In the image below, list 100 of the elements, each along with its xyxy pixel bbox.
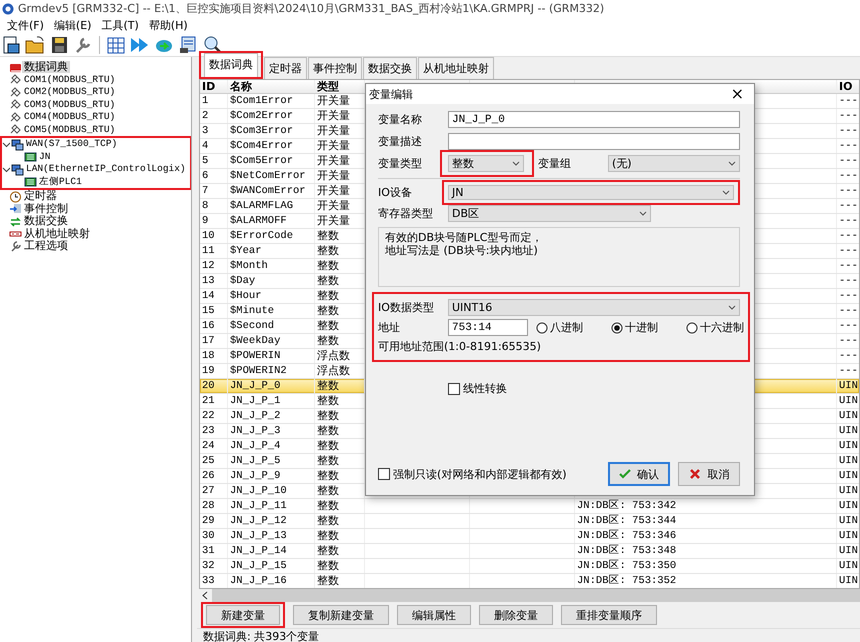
table-row[interactable]: 29 JN_J_P_12 整数 JN:DB区: 753:344 UIN: [200, 514, 859, 529]
table-cell: JN_J_P_10: [228, 484, 315, 498]
tree-item[interactable]: COM3(MODBUS_RTU): [22, 98, 118, 111]
dialog-title: 变量编辑: [369, 86, 413, 102]
table-cell: $Year: [228, 244, 315, 258]
open-folder-icon[interactable]: [25, 34, 45, 54]
tree-item[interactable]: 左侧PLC1: [37, 176, 84, 188]
table-cell: JN_J_P_0: [228, 379, 315, 393]
action-button[interactable]: 新建变量: [206, 605, 280, 625]
column-header[interactable]: ID: [200, 80, 228, 93]
device-dropdown[interactable]: JN: [448, 185, 734, 200]
input-field[interactable]: [448, 133, 740, 150]
field-label: 变量组: [537, 156, 572, 171]
tree-item[interactable]: 从机地址映射: [22, 228, 92, 240]
column-header[interactable]: IO: [837, 80, 859, 93]
menu-item[interactable]: 工具(T): [96, 18, 144, 32]
table-cell: 23: [200, 424, 228, 438]
table-cell: ---: [837, 139, 859, 153]
menu-item[interactable]: 文件(F): [2, 18, 49, 32]
hint-text: 有效的DB块号随PLC型号而定，: [385, 231, 542, 244]
hint-text: 地址写法是 (DB块号:块内地址): [385, 244, 538, 257]
tab[interactable]: 数据词典: [204, 53, 258, 77]
menu-item[interactable]: 编辑(E): [48, 18, 96, 32]
tree-item[interactable]: COM2(MODBUS_RTU): [22, 86, 118, 98]
port-icon: [9, 86, 22, 99]
checkbox[interactable]: 强制只读(对网络和内部逻辑都有效): [378, 466, 567, 482]
radio-button[interactable]: 十六进制: [686, 320, 744, 335]
field-label: IO数据类型: [378, 300, 435, 315]
tree-item[interactable]: COM4(MODBUS_RTU): [22, 111, 118, 124]
tree-item[interactable]: 工程选项: [22, 240, 70, 252]
scroll-left-icon[interactable]: [199, 589, 212, 602]
action-button[interactable]: 编辑属性: [397, 605, 471, 625]
radio-button[interactable]: 八进制: [536, 320, 583, 335]
table-row[interactable]: 28 JN_J_P_11 整数 JN:DB区: 753:342 UIN: [200, 499, 859, 514]
action-button[interactable]: 重排变量顺序: [561, 605, 657, 625]
table-cell: $Com3Error: [228, 124, 315, 138]
document-icon[interactable]: [178, 34, 198, 54]
tree-item[interactable]: COM5(MODBUS_RTU): [22, 124, 118, 136]
table-cell: 11: [200, 244, 228, 258]
table-row[interactable]: 32 JN_J_P_15 整数 JN:DB区: 753:350 UIN: [200, 559, 859, 574]
table-cell: 整数: [315, 499, 365, 513]
type-dropdown[interactable]: 整数: [448, 155, 524, 172]
tree-item[interactable]: LAN(EthernetIP_ControlLogix): [24, 163, 188, 176]
radio-button[interactable]: 十进制: [611, 320, 658, 335]
group-dropdown[interactable]: (无): [608, 155, 740, 172]
checkbox[interactable]: 线性转换: [448, 381, 507, 396]
options-icon: [9, 240, 22, 253]
grid-icon[interactable]: [106, 34, 126, 54]
table-cell: $Com1Error: [228, 94, 315, 108]
table-cell: JN_J_P_13: [228, 529, 315, 543]
table-cell: $Second: [228, 319, 315, 333]
tab[interactable]: 从机地址映射: [418, 57, 494, 79]
address-field[interactable]: 753:14: [448, 319, 528, 336]
table-cell: 30: [200, 529, 228, 543]
table-row[interactable]: 30 JN_J_P_13 整数 JN:DB区: 753:346 UIN: [200, 529, 859, 544]
table-cell: UIN: [837, 514, 859, 528]
new-file-icon[interactable]: [1, 34, 21, 54]
input-field[interactable]: JN_J_P_0: [448, 111, 740, 128]
radio-icon: [686, 322, 698, 334]
action-button[interactable]: 删除变量: [479, 605, 553, 625]
table-cell: ---: [837, 184, 859, 198]
table-cell: $Hour: [228, 289, 315, 303]
table-cell: ---: [837, 364, 859, 378]
table-cell: 1: [200, 94, 228, 108]
close-button[interactable]: ×: [720, 84, 754, 104]
tab[interactable]: 事件控制: [308, 57, 362, 79]
menu-item[interactable]: 帮助(H): [144, 18, 193, 32]
tab[interactable]: 数据交换: [363, 57, 417, 79]
table-cell: $POWERIN2: [228, 364, 315, 378]
table-cell: JN_J_P_16: [228, 574, 315, 588]
table-cell: $Month: [228, 259, 315, 273]
dialog-button[interactable]: 取消: [678, 462, 740, 486]
tree-item[interactable]: 事件控制: [22, 202, 70, 215]
table-cell: $Com5Error: [228, 154, 315, 168]
data-type-dropdown[interactable]: UINT16: [448, 299, 740, 316]
table-cell: ---: [837, 259, 859, 273]
action-button[interactable]: 复制新建变量: [293, 605, 389, 625]
collapse-caret-icon[interactable]: [2, 140, 11, 149]
collapse-caret-icon[interactable]: [2, 164, 11, 174]
table-cell: 17: [200, 334, 228, 348]
tree-item[interactable]: WAN(S7_1500_TCP): [24, 138, 120, 150]
table-row[interactable]: 31 JN_J_P_14 整数 JN:DB区: 753:348 UIN: [200, 544, 859, 559]
caret-icon: [512, 160, 520, 167]
table-cell: 26: [200, 469, 228, 483]
table-cell: JN_J_P_14: [228, 544, 315, 558]
column-header[interactable]: 名称: [228, 80, 315, 93]
tree-item[interactable]: JN: [37, 150, 52, 163]
tree-item[interactable]: 数据交换: [22, 215, 70, 228]
tab[interactable]: 定时器: [264, 57, 307, 79]
network-icon: [11, 138, 24, 151]
caret-icon: [728, 304, 736, 311]
dialog-button[interactable]: 确认: [608, 462, 670, 486]
table-cell: 3: [200, 124, 228, 138]
tree-item[interactable]: 数据词典: [22, 61, 70, 74]
table-cell: 33: [200, 574, 228, 588]
tree-item[interactable]: 定时器: [22, 190, 59, 202]
table-cell: JN:DB区: 753:350: [575, 559, 837, 573]
table-cell: JN_J_P_15: [228, 559, 315, 573]
tree-item[interactable]: COM1(MODBUS_RTU): [22, 74, 118, 86]
register-dropdown[interactable]: DB区: [448, 205, 651, 222]
